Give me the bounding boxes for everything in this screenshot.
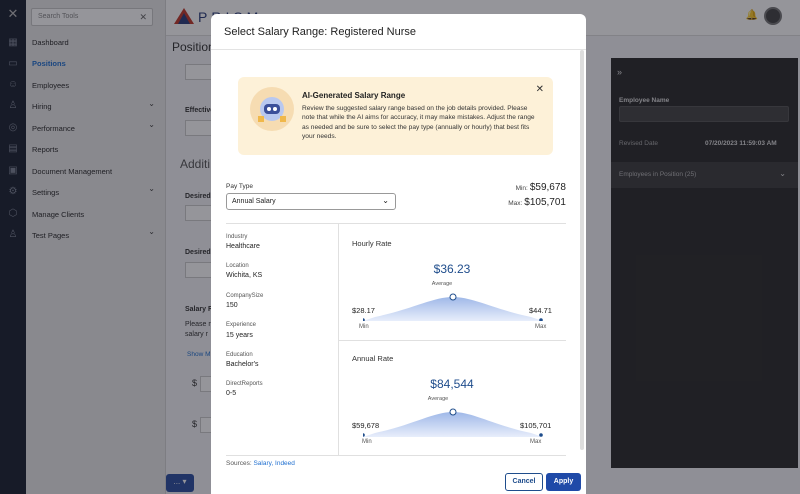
- apply-button[interactable]: Apply: [546, 473, 581, 491]
- detail-label: Location: [226, 263, 249, 269]
- max-value: $105,701: [524, 197, 566, 208]
- hourly-average-value: $36.23: [433, 262, 471, 276]
- annual-average-label: Average: [427, 396, 449, 402]
- salary-range-modal: Select Salary Range: Registered Nurse AI…: [211, 14, 586, 494]
- max-label: Max:: [508, 200, 523, 207]
- min-value: $59,678: [529, 182, 566, 193]
- annual-min-label: Min: [362, 439, 372, 445]
- divider: [226, 455, 566, 456]
- hourly-range-curve: [363, 293, 543, 321]
- scrollbar[interactable]: [580, 50, 584, 450]
- detail-label: CompanySize: [226, 293, 264, 299]
- divider: [338, 223, 339, 455]
- ai-banner-title: AI-Generated Salary Range: [302, 91, 406, 100]
- cancel-button[interactable]: Cancel: [505, 473, 543, 491]
- detail-value: 15 years: [226, 332, 253, 339]
- detail-label: Industry: [226, 234, 248, 240]
- annual-average-value: $84,544: [430, 377, 474, 391]
- divider: [226, 223, 566, 224]
- detail-value: 0-5: [226, 390, 237, 397]
- sources-line: Sources: Salary, Indeed: [226, 460, 295, 467]
- sources-links[interactable]: Salary, Indeed: [253, 460, 294, 467]
- detail-value: Bachelor's: [226, 361, 259, 368]
- detail-label: Experience: [226, 322, 257, 328]
- hourly-min-value: $28.17: [352, 306, 375, 315]
- ai-robot-icon: [250, 87, 294, 131]
- hourly-rate-title: Hourly Rate: [352, 239, 392, 248]
- hourly-max-label: Max: [535, 324, 547, 330]
- hourly-average-label: Average: [431, 281, 453, 287]
- detail-value: Healthcare: [226, 243, 260, 250]
- pay-type-value: Annual Salary: [232, 198, 276, 205]
- pay-type-label: Pay Type: [226, 183, 253, 190]
- detail-label: DirectReports: [226, 381, 263, 387]
- annual-range-curve: [363, 408, 543, 437]
- ai-banner: AI-Generated Salary Range Review the sug…: [238, 77, 553, 155]
- divider: [211, 49, 586, 50]
- annual-min-value: $59,678: [352, 421, 380, 430]
- annual-max-value: $105,701: [520, 421, 552, 430]
- close-icon[interactable]: ✕: [536, 84, 544, 95]
- detail-value: Wichita, KS: [226, 272, 263, 279]
- hourly-min-label: Min: [359, 324, 369, 330]
- ai-banner-body: Review the suggested salary range based …: [302, 105, 535, 141]
- min-label: Min:: [515, 185, 528, 192]
- detail-value: 150: [226, 302, 238, 309]
- annual-rate-title: Annual Rate: [352, 354, 394, 363]
- divider: [339, 340, 566, 341]
- sources-label: Sources:: [226, 460, 252, 467]
- min-summary: Min: $59,678: [516, 182, 566, 193]
- chevron-down-icon: ⌄: [382, 196, 389, 205]
- modal-title: Select Salary Range: Registered Nurse: [224, 26, 416, 38]
- max-summary: Max: $105,701: [508, 197, 566, 208]
- pay-type-select[interactable]: Annual Salary ⌄: [226, 193, 396, 210]
- annual-max-label: Max: [530, 439, 542, 445]
- detail-label: Education: [226, 352, 253, 358]
- hourly-max-value: $44.71: [529, 306, 552, 315]
